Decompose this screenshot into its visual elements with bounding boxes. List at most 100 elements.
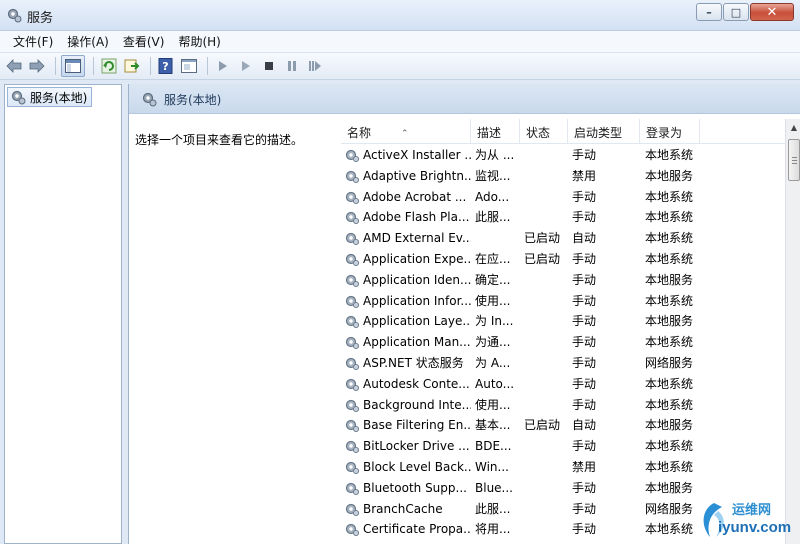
table-row[interactable]: Adaptive Brightn... 监视... 禁用 本地服务 [341, 166, 787, 187]
pause-service-button[interactable] [282, 56, 302, 76]
service-gear-icon [345, 378, 360, 391]
table-row[interactable]: Base Filtering En... 基本... 已启动 自动 本地服务 [341, 415, 787, 436]
cell-logon-as: 本地系统 [645, 376, 694, 391]
column-header-label: 名称 [347, 126, 372, 140]
properties-button[interactable] [179, 56, 199, 76]
menu-help[interactable]: 帮助(H) [171, 33, 227, 50]
column-header-logon-as[interactable]: 登录为 [640, 119, 700, 144]
column-header-label: 登录为 [646, 126, 683, 140]
column-header-name[interactable]: ⌃ 名称 [341, 119, 471, 144]
cell-service-name: Adobe Acrobat ... [363, 189, 467, 204]
cell-startup-type: 禁用 [572, 168, 597, 183]
cell-status [524, 395, 568, 416]
toolbar-separator [150, 57, 151, 75]
cell-status: 已启动 [524, 252, 561, 266]
cell-service-name: Application Laye... [363, 314, 471, 329]
cell-logon-as: 本地系统 [645, 460, 694, 474]
menu-view[interactable]: 查看(V) [116, 33, 172, 50]
cell-description: 此服... [475, 501, 511, 516]
table-row[interactable]: Autodesk Conte... Auto... 手动 本地系统 [341, 374, 787, 395]
cell-startup-type: 手动 [572, 376, 597, 391]
table-row[interactable]: ASP.NET 状态服务为 A... 手动 网络服务 [341, 353, 787, 374]
start-paused-button[interactable] [236, 56, 256, 76]
cell-logon-as: 本地系统 [645, 335, 694, 350]
cell-status [524, 478, 568, 499]
refresh-icon [101, 58, 117, 74]
table-row[interactable]: Background Inte... 使用... 手动 本地系统 [341, 395, 787, 416]
column-header-description[interactable]: 描述 [471, 119, 520, 144]
cell-status [524, 166, 568, 187]
table-row[interactable]: Application Laye... 为 In... 手动 本地服务 [341, 311, 787, 332]
table-row[interactable]: Adobe Acrobat ... Ado... 手动 本地系统 [341, 187, 787, 208]
scroll-thumb[interactable] [788, 139, 800, 181]
cell-description: 使用... [475, 397, 511, 412]
console-tree-icon [65, 59, 81, 73]
cell-status [524, 499, 568, 520]
cell-logon-as: 本地系统 [645, 148, 694, 162]
column-header-status[interactable]: 状态 [520, 119, 568, 144]
help-button[interactable]: ? [156, 56, 176, 76]
menu-action[interactable]: 操作(A) [60, 33, 116, 50]
forward-arrow-icon [29, 59, 45, 73]
toolbar-separator [207, 57, 208, 75]
table-row[interactable]: Application Iden... 确定... 手动 本地服务 [341, 270, 787, 291]
cell-startup-type: 手动 [572, 272, 597, 287]
cell-status [524, 519, 568, 540]
restart-service-button[interactable] [305, 56, 325, 76]
cell-service-name: Autodesk Conte... [363, 376, 470, 391]
pane-title: 服务(本地) [164, 93, 222, 107]
show-console-tree-button[interactable] [61, 55, 85, 77]
cell-service-name: Application Infor... [363, 293, 471, 308]
stop-service-button[interactable] [259, 56, 279, 76]
cell-status [524, 353, 568, 374]
cell-status [524, 332, 568, 353]
services-gear-icon [11, 90, 26, 105]
cell-status [524, 145, 568, 166]
pane-header: 服务(本地) [129, 84, 800, 114]
menu-file[interactable]: 文件(F) [6, 33, 60, 50]
start-service-button[interactable] [213, 56, 233, 76]
service-gear-icon [345, 149, 360, 163]
table-row[interactable]: Application Man... 为通... 手动 本地系统 [341, 332, 787, 353]
column-header-startup-type[interactable]: 启动类型 [568, 119, 640, 144]
cell-service-name: Application Iden... [363, 272, 471, 287]
table-row[interactable]: Application Infor... 使用... 手动 本地系统 [341, 291, 787, 312]
stop-icon [265, 62, 273, 70]
cell-service-name: Adaptive Brightn... [363, 168, 471, 183]
scroll-grip [792, 163, 797, 164]
tree-item-services-local[interactable]: 服务(本地) [7, 87, 93, 107]
close-button[interactable]: ✕ [750, 3, 794, 21]
cell-startup-type: 手动 [572, 480, 597, 495]
services-table: ⌃ 名称 描述 状态 启动类型 登录为 ActiveX Installer ..… [341, 119, 787, 544]
cell-startup-type: 手动 [572, 314, 597, 329]
vertical-scrollbar[interactable]: ▲ [785, 119, 800, 544]
cell-status: 已启动 [524, 418, 561, 433]
table-row[interactable]: ActiveX Installer ... 为从 ... 手动 本地系统 [341, 145, 787, 166]
cell-description [475, 228, 519, 249]
cell-status [524, 457, 568, 478]
table-row[interactable]: Block Level Back... Win... 禁用 本地系统 [341, 457, 787, 478]
service-gear-icon [345, 253, 360, 267]
forward-button[interactable] [27, 56, 47, 76]
cell-description: 为 A... [475, 356, 511, 370]
cell-startup-type: 手动 [572, 293, 597, 308]
scroll-up-arrow-icon[interactable]: ▲ [786, 119, 800, 135]
table-row[interactable]: BitLocker Drive ... BDE... 手动 本地系统 [341, 436, 787, 457]
back-button[interactable] [4, 56, 24, 76]
table-row[interactable]: Bluetooth Supp... Blue... 手动 本地服务 [341, 478, 787, 499]
cell-status [524, 291, 568, 312]
back-arrow-icon [6, 59, 22, 73]
refresh-button[interactable] [99, 56, 119, 76]
table-row[interactable]: Adobe Flash Pla... 此服... 手动 本地系统 [341, 207, 787, 228]
table-row[interactable]: AMD External Ev... 已启动 自动 本地系统 [341, 228, 787, 249]
cell-description: 在应... [475, 252, 511, 266]
minimize-button[interactable]: – [696, 3, 722, 21]
toolbar-separator [93, 57, 94, 75]
maximize-button[interactable]: □ [723, 3, 749, 21]
cell-startup-type: 手动 [572, 335, 597, 350]
close-icon: ✕ [766, 4, 778, 20]
export-list-button[interactable] [122, 56, 142, 76]
table-row[interactable]: Application Expe... 在应... 已启动 手动 本地系统 [341, 249, 787, 270]
service-gear-icon [345, 170, 360, 183]
cell-logon-as: 本地系统 [645, 231, 694, 246]
